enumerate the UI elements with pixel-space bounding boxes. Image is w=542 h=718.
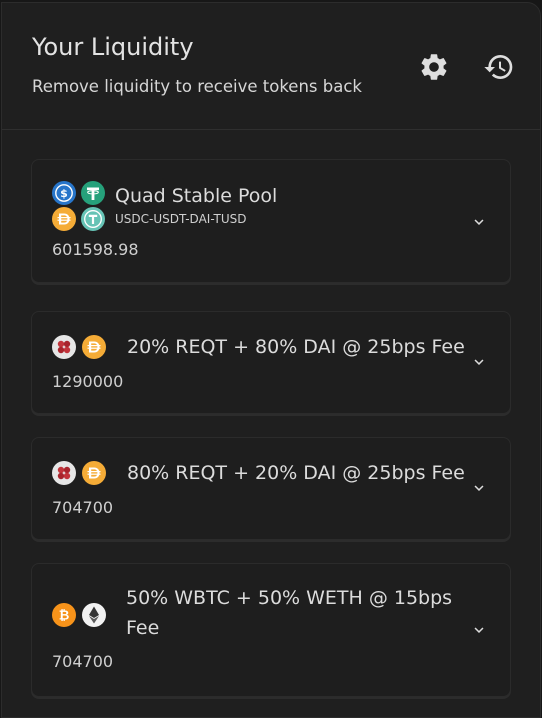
pool-card-reqt-dai-20-80[interactable]: 20% REQT + 80% DAI @ 25bps Fee 1290000 xyxy=(31,311,511,414)
chevron-down-icon[interactable] xyxy=(470,213,488,231)
usdc-icon: $ xyxy=(52,181,76,205)
dai-icon xyxy=(82,335,106,359)
pool-card-wbtc-weth[interactable]: ₿ 50% WBTC + 50% WETH @ 15bps Fee 704700 xyxy=(31,563,511,697)
settings-button[interactable] xyxy=(418,51,450,83)
svg-text:₿: ₿ xyxy=(59,609,70,624)
tusd-icon xyxy=(81,207,105,231)
svg-text:$: $ xyxy=(60,187,68,200)
reqt-icon xyxy=(52,335,76,359)
pool-name: Quad Stable Pool xyxy=(115,185,278,207)
pool-amount: 704700 xyxy=(52,652,114,671)
reqt-icon xyxy=(52,461,76,485)
usdt-icon xyxy=(81,181,105,205)
page-title: Your Liquidity xyxy=(32,33,194,61)
pool-card-reqt-dai-80-20[interactable]: 80% REQT + 20% DAI @ 25bps Fee 704700 xyxy=(31,437,511,540)
pool-card-quad-stable[interactable]: $ Quad Stable Pool USDC-USDT-DAI-TUSD 60… xyxy=(31,159,511,283)
panel-header: Your Liquidity Remove liquidity to recei… xyxy=(2,3,540,130)
chevron-down-icon[interactable] xyxy=(470,479,488,497)
history-button[interactable] xyxy=(483,51,515,83)
weth-icon xyxy=(82,603,106,627)
chevron-down-icon[interactable] xyxy=(470,353,488,371)
chevron-down-icon[interactable] xyxy=(470,621,488,639)
history-icon xyxy=(484,55,513,80)
page-subtitle: Remove liquidity to receive tokens back xyxy=(32,77,362,96)
dai-icon xyxy=(52,207,76,231)
gear-icon xyxy=(421,54,447,80)
pool-amount: 704700 xyxy=(52,498,114,517)
pool-name: 80% REQT + 20% DAI @ 25bps Fee xyxy=(127,462,465,484)
pool-name: 20% REQT + 80% DAI @ 25bps Fee xyxy=(127,336,465,358)
pool-name-line1: 50% WBTC + 50% WETH @ 15bps xyxy=(126,587,453,609)
pool-amount: 1290000 xyxy=(52,372,124,391)
pool-name-line2: Fee xyxy=(126,617,160,639)
dai-icon xyxy=(82,461,106,485)
pool-amount: 601598.98 xyxy=(52,240,139,259)
wbtc-icon: ₿ xyxy=(52,603,76,627)
pool-tokens-label: USDC-USDT-DAI-TUSD xyxy=(115,212,247,226)
